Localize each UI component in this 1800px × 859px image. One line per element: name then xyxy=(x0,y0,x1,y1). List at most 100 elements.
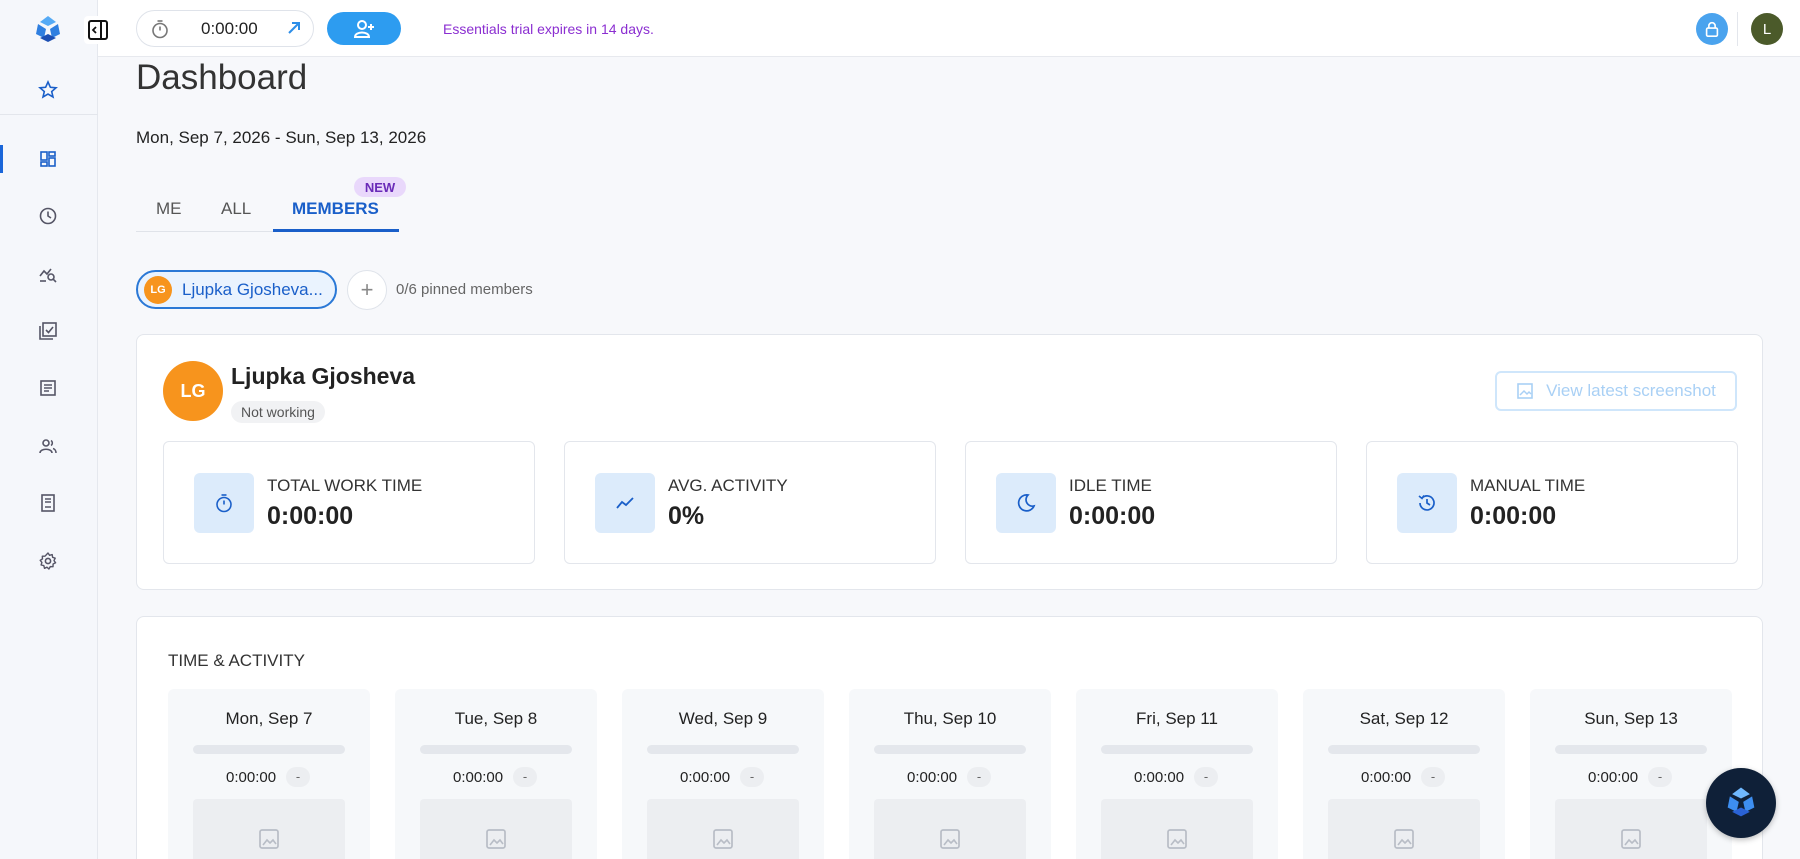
screenshot-placeholder xyxy=(420,799,572,859)
stat-value: 0% xyxy=(668,502,705,530)
user-avatar[interactable]: L xyxy=(1751,13,1783,45)
top-bar: 0:00:00 Essentials trial expires in 14 d… xyxy=(98,0,1800,57)
day-time: 0:00:00 xyxy=(907,769,958,786)
screenshot-button-label: View latest screenshot xyxy=(1546,381,1716,400)
panel-toggle-icon xyxy=(88,20,108,40)
day-column[interactable]: Fri, Sep 11 0:00:00 - xyxy=(1076,689,1278,859)
day-activity-badge: - xyxy=(1194,767,1218,787)
day-activity-badge: - xyxy=(513,767,537,787)
sidebar xyxy=(0,0,98,859)
history-icon xyxy=(1397,473,1457,533)
image-icon xyxy=(1621,829,1641,849)
status-badge: Not working xyxy=(231,401,325,423)
member-name: Ljupka Gjosheva xyxy=(231,363,416,389)
screenshot-placeholder xyxy=(1101,799,1253,859)
pin-member-button[interactable]: + xyxy=(347,270,387,310)
checklist-icon xyxy=(39,322,57,340)
image-icon xyxy=(486,829,506,849)
topbar-divider xyxy=(1737,12,1738,46)
gear-icon xyxy=(39,552,57,570)
day-time: 0:00:00 xyxy=(680,769,731,786)
chart-search-icon xyxy=(39,268,57,283)
day-column[interactable]: Thu, Sep 10 0:00:00 - xyxy=(849,689,1051,859)
stat-value: 0:00:00 xyxy=(1470,502,1557,530)
day-label: Thu, Sep 10 xyxy=(903,709,997,728)
day-label: Tue, Sep 8 xyxy=(454,709,538,728)
dashboard-icon xyxy=(40,151,56,167)
sidebar-item-favorites[interactable] xyxy=(0,70,96,110)
people-icon xyxy=(39,439,57,454)
screenshot-placeholder xyxy=(1328,799,1480,859)
sidebar-item-settings[interactable] xyxy=(0,541,96,581)
activity-bar xyxy=(420,745,572,754)
sidebar-item-activity[interactable] xyxy=(0,254,96,294)
member-avatar: LG xyxy=(163,361,223,421)
tab-me[interactable]: ME xyxy=(156,199,182,219)
section-title: TIME & ACTIVITY xyxy=(168,651,305,670)
stat-label: MANUAL TIME xyxy=(1470,476,1586,495)
day-column[interactable]: Sun, Sep 13 0:00:00 - xyxy=(1530,689,1732,859)
day-column[interactable]: Sat, Sep 12 0:00:00 - xyxy=(1303,689,1505,859)
member-chip-name: Ljupka Gjosheva... xyxy=(182,279,323,299)
stopwatch-icon xyxy=(194,473,254,533)
sidebar-item-projects[interactable] xyxy=(0,311,96,351)
help-chat-button[interactable] xyxy=(1706,768,1776,838)
day-time: 0:00:00 xyxy=(1588,769,1639,786)
activity-bar xyxy=(1101,745,1253,754)
image-icon xyxy=(1394,829,1414,849)
day-label: Sun, Sep 13 xyxy=(1584,709,1678,728)
avatar: LG xyxy=(144,275,172,304)
active-tab-indicator xyxy=(273,229,399,232)
timer-widget[interactable]: 0:00:00 xyxy=(136,10,314,47)
lock-button[interactable] xyxy=(1696,13,1728,45)
day-column[interactable]: Wed, Sep 9 0:00:00 - xyxy=(622,689,824,859)
app-logo-icon xyxy=(1727,787,1755,817)
sidebar-item-invoices[interactable] xyxy=(0,483,96,523)
stat-label: TOTAL WORK TIME xyxy=(267,476,423,495)
page-title: Dashboard xyxy=(136,58,308,97)
pinned-count: 0/6 pinned members xyxy=(396,281,533,298)
plus-icon: + xyxy=(360,277,374,302)
day-time: 0:00:00 xyxy=(453,769,504,786)
tab-members[interactable]: MEMBERS xyxy=(292,199,379,219)
activity-bar xyxy=(874,745,1026,754)
add-member-button[interactable] xyxy=(327,12,401,45)
day-activity-badge: - xyxy=(1648,767,1672,787)
screenshot-placeholder xyxy=(193,799,345,859)
date-range[interactable]: Mon, Sep 7, 2026 - Sun, Sep 13, 2026 xyxy=(136,128,426,148)
day-label: Fri, Sep 11 xyxy=(1136,709,1218,728)
moon-icon xyxy=(996,473,1056,533)
view-latest-screenshot-button[interactable]: View latest screenshot xyxy=(1495,371,1737,411)
day-time: 0:00:00 xyxy=(226,769,277,786)
pinned-member-chip[interactable]: LG Ljupka Gjosheva... xyxy=(136,270,337,309)
screenshot-placeholder xyxy=(1555,799,1707,859)
star-icon xyxy=(38,80,58,99)
trial-notice[interactable]: Essentials trial expires in 14 days. xyxy=(443,21,654,37)
image-icon xyxy=(1517,383,1533,399)
day-column[interactable]: Tue, Sep 8 0:00:00 - xyxy=(395,689,597,859)
image-icon xyxy=(1167,829,1187,849)
app-logo-icon[interactable] xyxy=(30,12,66,48)
activity-bar xyxy=(193,745,345,754)
activity-bar xyxy=(1328,745,1480,754)
image-icon xyxy=(940,829,960,849)
sidebar-item-dashboard[interactable] xyxy=(0,139,96,179)
day-column[interactable]: Mon, Sep 7 0:00:00 - xyxy=(168,689,370,859)
sidebar-collapse-button[interactable] xyxy=(84,16,112,44)
expand-arrow-icon[interactable] xyxy=(285,19,303,37)
sidebar-item-timesheets[interactable] xyxy=(0,196,96,236)
screenshot-placeholder xyxy=(874,799,1026,859)
day-activity-badge: - xyxy=(1421,767,1445,787)
day-activity-badge: - xyxy=(286,767,310,787)
stopwatch-icon xyxy=(152,19,168,38)
activity-bar xyxy=(647,745,799,754)
invoice-icon xyxy=(41,494,55,512)
stat-label: IDLE TIME xyxy=(1069,476,1152,495)
tab-all[interactable]: ALL xyxy=(221,199,251,219)
sidebar-item-reports[interactable] xyxy=(0,368,96,408)
stat-value: 0:00:00 xyxy=(1069,502,1156,530)
timer-value: 0:00:00 xyxy=(201,18,258,38)
day-activity-badge: - xyxy=(740,767,764,787)
sidebar-item-people[interactable] xyxy=(0,426,96,466)
stat-total-work-time: TOTAL WORK TIME 0:00:00 xyxy=(163,441,535,564)
